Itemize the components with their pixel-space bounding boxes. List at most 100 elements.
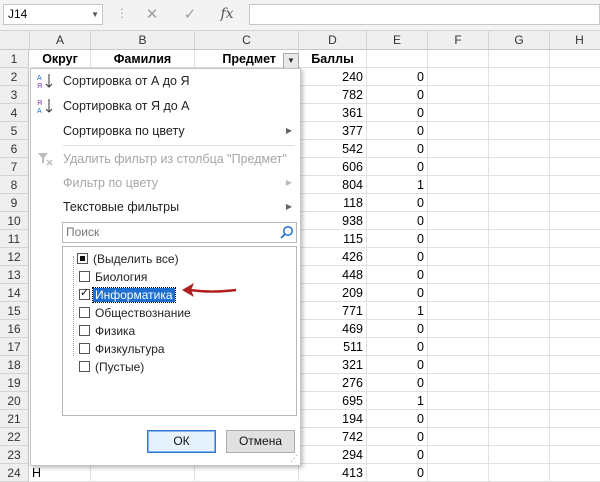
cell[interactable]: 0: [367, 374, 428, 392]
cell[interactable]: [550, 392, 600, 410]
cell[interactable]: 0: [367, 464, 428, 482]
cell[interactable]: [428, 338, 489, 356]
filter-list-item[interactable]: Биология: [79, 268, 149, 286]
cell[interactable]: [428, 374, 489, 392]
column-header-b[interactable]: B: [91, 31, 195, 49]
cell[interactable]: Н: [30, 464, 91, 482]
text-filters-item[interactable]: Текстовые фильтры ▶: [31, 195, 300, 219]
cell[interactable]: [550, 284, 600, 302]
row-header-7[interactable]: 7: [0, 158, 29, 176]
cell[interactable]: 0: [367, 428, 428, 446]
header-cell-d[interactable]: Баллы: [299, 50, 367, 68]
cell[interactable]: [550, 266, 600, 284]
filter-list-item[interactable]: Информатика: [79, 286, 176, 304]
cell[interactable]: [550, 410, 600, 428]
cell[interactable]: [489, 392, 550, 410]
column-header-e[interactable]: E: [367, 31, 428, 49]
header-cell-a[interactable]: Округ: [30, 50, 91, 68]
cell[interactable]: [489, 176, 550, 194]
cell[interactable]: 469: [299, 320, 367, 338]
cell[interactable]: [489, 158, 550, 176]
cell[interactable]: [489, 428, 550, 446]
row-header-5[interactable]: 5: [0, 122, 29, 140]
cell[interactable]: 606: [299, 158, 367, 176]
cell[interactable]: 0: [367, 158, 428, 176]
row-header-19[interactable]: 19: [0, 374, 29, 392]
cell[interactable]: [91, 464, 195, 482]
cell[interactable]: [428, 158, 489, 176]
chevron-down-icon[interactable]: ▼: [91, 5, 99, 24]
cell[interactable]: 0: [367, 266, 428, 284]
filter-checkbox[interactable]: [77, 253, 88, 264]
cell[interactable]: 413: [299, 464, 367, 482]
header-cell-h[interactable]: [550, 50, 600, 68]
filter-list-item[interactable]: Физкультура: [79, 340, 167, 358]
cell[interactable]: 0: [367, 104, 428, 122]
cell[interactable]: 448: [299, 266, 367, 284]
cell[interactable]: [428, 392, 489, 410]
row-header-9[interactable]: 9: [0, 194, 29, 212]
cell[interactable]: [550, 86, 600, 104]
cell[interactable]: [428, 68, 489, 86]
filter-list-item[interactable]: Обществознание: [79, 304, 193, 322]
cell[interactable]: [428, 320, 489, 338]
header-cell-b[interactable]: Фамилия: [91, 50, 195, 68]
cell[interactable]: [489, 410, 550, 428]
cell[interactable]: 938: [299, 212, 367, 230]
row-header-15[interactable]: 15: [0, 302, 29, 320]
cell[interactable]: [428, 86, 489, 104]
column-header-h[interactable]: H: [550, 31, 600, 49]
cell[interactable]: [550, 104, 600, 122]
cell[interactable]: 511: [299, 338, 367, 356]
cell[interactable]: [428, 140, 489, 158]
resize-grip-icon[interactable]: ⋰: [290, 454, 298, 463]
cell[interactable]: 0: [367, 356, 428, 374]
cell[interactable]: [550, 68, 600, 86]
column-header-d[interactable]: D: [299, 31, 367, 49]
cell[interactable]: [489, 68, 550, 86]
column-header-c[interactable]: C: [195, 31, 299, 49]
cell[interactable]: 0: [367, 410, 428, 428]
cell[interactable]: 1: [367, 302, 428, 320]
cell[interactable]: [550, 446, 600, 464]
filter-checkbox[interactable]: [79, 343, 90, 354]
row-header-1[interactable]: 1: [0, 50, 29, 68]
cell[interactable]: [428, 284, 489, 302]
row-header-3[interactable]: 3: [0, 86, 29, 104]
cell[interactable]: [428, 428, 489, 446]
cell[interactable]: [428, 302, 489, 320]
header-cell-f[interactable]: [428, 50, 489, 68]
cell[interactable]: [489, 194, 550, 212]
row-header-13[interactable]: 13: [0, 266, 29, 284]
formula-input[interactable]: [249, 4, 600, 25]
cell[interactable]: [550, 140, 600, 158]
ok-button[interactable]: ОК: [147, 430, 216, 453]
cell[interactable]: [489, 86, 550, 104]
filter-checkbox[interactable]: [79, 361, 90, 372]
cell[interactable]: 0: [367, 194, 428, 212]
cell[interactable]: 782: [299, 86, 367, 104]
cell[interactable]: [428, 230, 489, 248]
filter-checkbox[interactable]: [79, 271, 90, 282]
cell[interactable]: [489, 464, 550, 482]
row-header-23[interactable]: 23: [0, 446, 29, 464]
cell[interactable]: [428, 212, 489, 230]
cell[interactable]: 0: [367, 248, 428, 266]
row-header-8[interactable]: 8: [0, 176, 29, 194]
cell[interactable]: [428, 266, 489, 284]
sort-ascending-item[interactable]: AЯ Сортировка от А до Я: [31, 69, 300, 93]
cell[interactable]: [489, 248, 550, 266]
cell[interactable]: [489, 446, 550, 464]
column-header-a[interactable]: A: [30, 31, 91, 49]
row-header-12[interactable]: 12: [0, 248, 29, 266]
cell[interactable]: [550, 356, 600, 374]
cell[interactable]: [428, 104, 489, 122]
cell[interactable]: [489, 230, 550, 248]
row-header-21[interactable]: 21: [0, 410, 29, 428]
cell[interactable]: 0: [367, 212, 428, 230]
cell[interactable]: [489, 374, 550, 392]
row-header-4[interactable]: 4: [0, 104, 29, 122]
row-header-2[interactable]: 2: [0, 68, 29, 86]
filter-list-item[interactable]: (Выделить все): [77, 250, 181, 268]
row-header-14[interactable]: 14: [0, 284, 29, 302]
